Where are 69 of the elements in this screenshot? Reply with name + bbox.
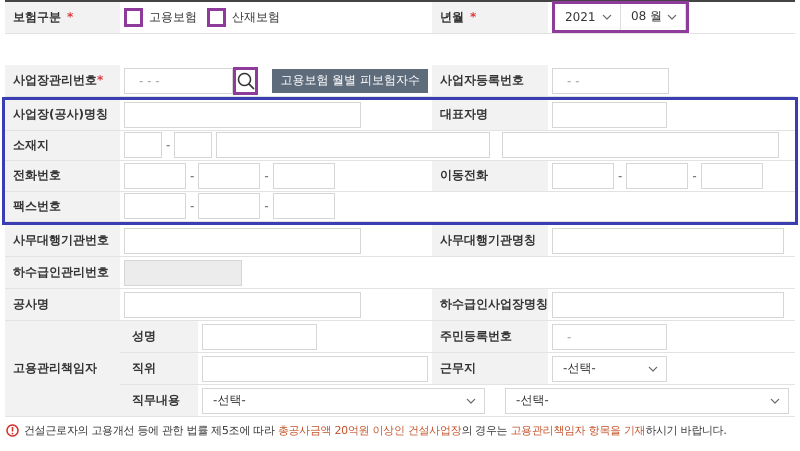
required-mark: * bbox=[470, 10, 476, 24]
field-label: 근무지 bbox=[440, 361, 476, 375]
search-button[interactable] bbox=[232, 66, 258, 94]
input-field[interactable] bbox=[272, 162, 335, 189]
checkbox-label: 고용보험 bbox=[149, 9, 197, 26]
field-label: 사무대행기관번호 bbox=[13, 233, 109, 247]
checkbox[interactable] bbox=[124, 8, 143, 27]
notice-text: 건설근로자의 고용개선 등에 관한 법률 제5조에 따라 총공사금액 20억원 이상인 건설사업장의 경우는 고용관리책임자 항목을 기재하시기 바랍니다. bbox=[24, 423, 727, 438]
monthly-insured-button[interactable]: 고용보험 월별 피보험자수 bbox=[272, 68, 428, 92]
chevron-down-icon bbox=[770, 398, 780, 404]
field-label: 전화번호 bbox=[13, 168, 61, 182]
input-field[interactable] bbox=[552, 162, 614, 189]
input-field[interactable] bbox=[552, 102, 667, 128]
field-label: 대표자명 bbox=[440, 107, 488, 122]
dash-separator: - bbox=[190, 168, 194, 183]
required-mark: * bbox=[97, 73, 104, 87]
input-field[interactable] bbox=[700, 162, 763, 189]
input-field[interactable] bbox=[174, 132, 212, 158]
dash-separator: - bbox=[264, 168, 269, 183]
field-label: 소재지 bbox=[13, 138, 49, 152]
field-label: 년월 bbox=[440, 10, 464, 24]
field-label: 팩스번호 bbox=[13, 198, 61, 213]
input-field[interactable] bbox=[124, 193, 186, 220]
input-field[interactable] bbox=[124, 132, 162, 158]
input-field[interactable] bbox=[198, 193, 260, 220]
chevron-down-icon bbox=[466, 398, 476, 404]
field-label: 보험구분 bbox=[13, 10, 61, 24]
input-field[interactable] bbox=[552, 228, 784, 254]
input-field[interactable] bbox=[216, 132, 490, 158]
input-field[interactable] bbox=[202, 356, 428, 382]
field-label: 사무대행기관명칭 bbox=[440, 233, 536, 247]
field-label: 고용관리책임자 bbox=[13, 361, 97, 375]
field-label: 하수급인사업장명칭 bbox=[440, 297, 548, 311]
field-label: 직위 bbox=[132, 361, 156, 375]
field-label: 사업자등록번호 bbox=[440, 73, 524, 87]
checkbox[interactable] bbox=[207, 8, 226, 27]
dash-separator: - bbox=[190, 199, 194, 214]
field-label: 직무내용 bbox=[132, 393, 180, 407]
field-label: 성명 bbox=[132, 329, 156, 343]
chevron-down-icon bbox=[648, 366, 658, 372]
chevron-down-icon bbox=[602, 14, 612, 20]
dropdown[interactable]: -선택- bbox=[552, 356, 667, 382]
input-field[interactable] bbox=[124, 162, 186, 189]
chevron-down-icon bbox=[667, 14, 677, 20]
dropdown[interactable]: -선택- bbox=[202, 388, 485, 414]
input-field[interactable] bbox=[626, 162, 688, 189]
dropdown[interactable]: -선택- bbox=[505, 388, 789, 414]
field-label: 사업장관리번호 bbox=[13, 73, 97, 87]
input-field[interactable] bbox=[272, 193, 335, 220]
dash-separator: - bbox=[166, 138, 170, 152]
field-label: 주민등록번호 bbox=[440, 329, 512, 343]
dash-separator: - bbox=[264, 199, 269, 214]
input-field[interactable] bbox=[124, 102, 361, 128]
input-field[interactable] bbox=[202, 324, 317, 350]
dash-separator: - bbox=[692, 168, 697, 183]
dash-separator: - bbox=[618, 168, 622, 183]
required-mark: * bbox=[67, 10, 74, 24]
input-field[interactable] bbox=[124, 292, 361, 318]
warning-icon bbox=[6, 424, 19, 437]
input-field[interactable] bbox=[552, 292, 784, 318]
input-field[interactable] bbox=[502, 132, 780, 158]
field-label: 이동전화 bbox=[440, 168, 488, 182]
field-label: 하수급인관리번호 bbox=[13, 265, 109, 279]
checkbox-label: 산재보험 bbox=[232, 9, 280, 26]
field-label: 사업장(공사)명칭 bbox=[13, 107, 108, 122]
search-icon bbox=[236, 72, 255, 90]
input-field[interactable] bbox=[124, 228, 361, 254]
input-field[interactable] bbox=[198, 162, 260, 189]
field-label: 공사명 bbox=[13, 297, 49, 311]
